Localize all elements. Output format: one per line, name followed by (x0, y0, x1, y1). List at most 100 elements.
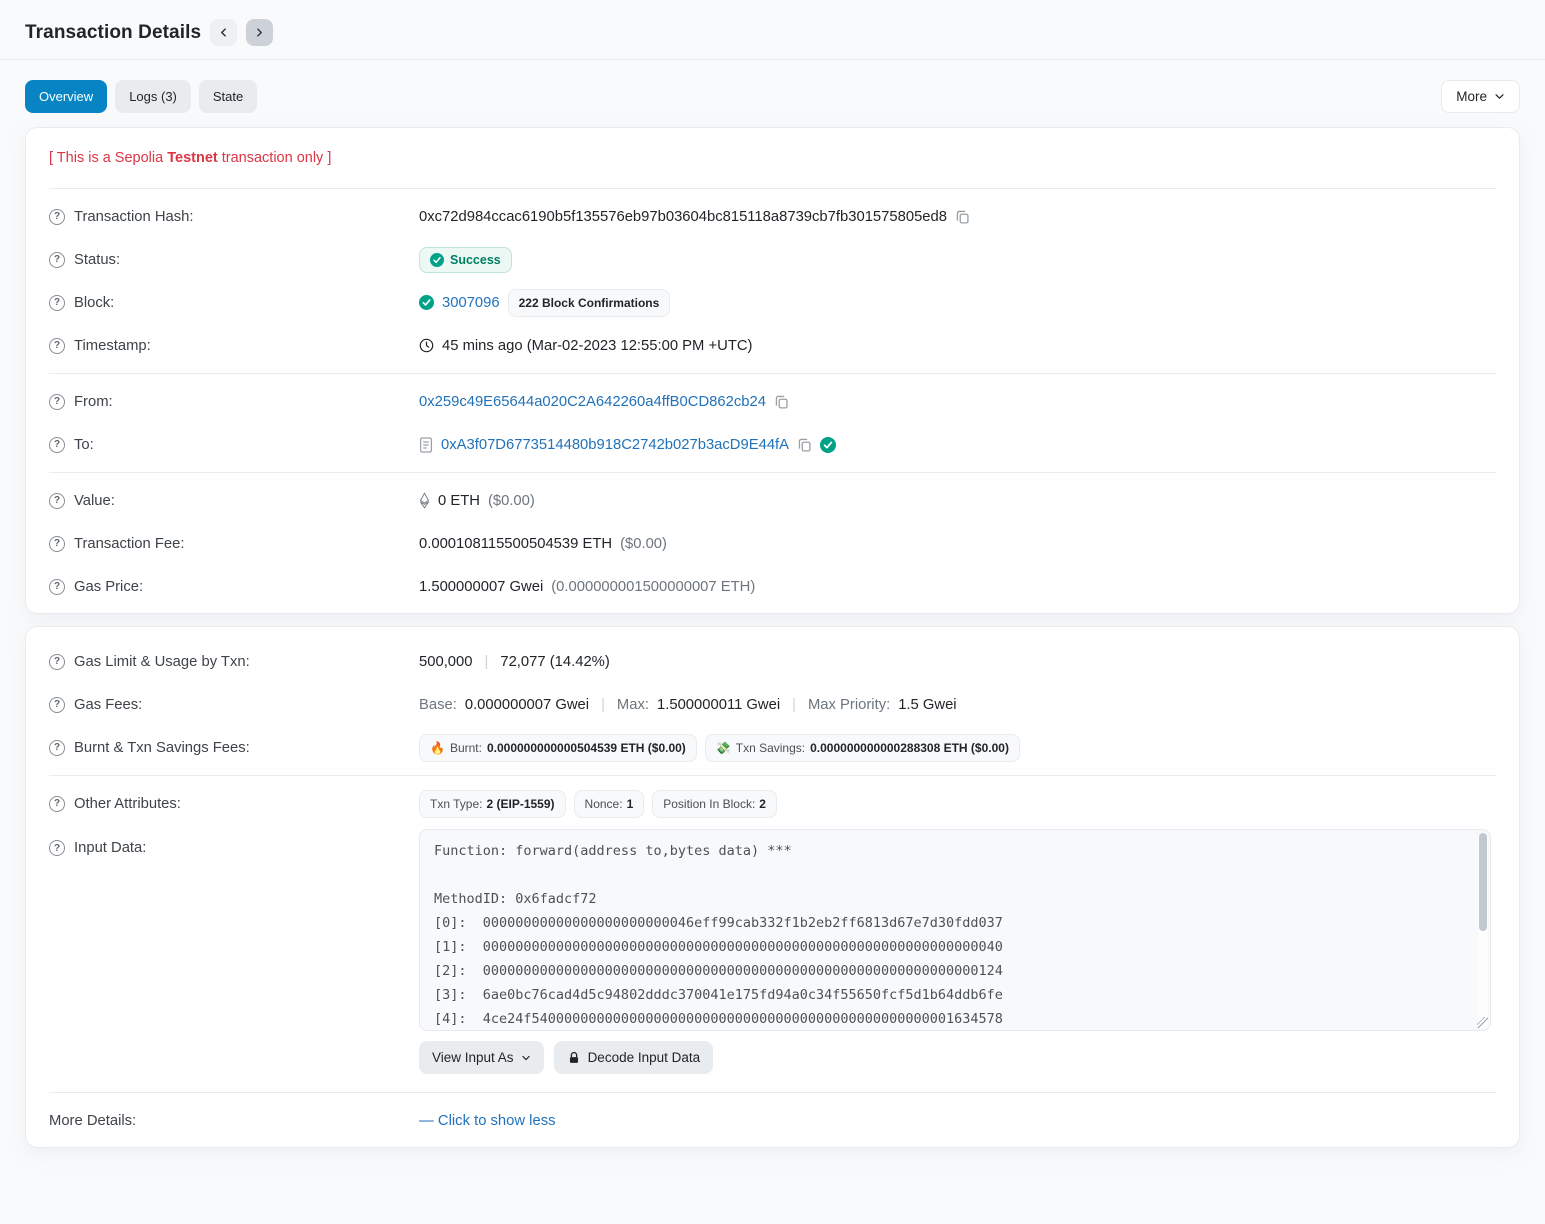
input-data-label: Input Data: (74, 840, 146, 856)
tab-overview[interactable]: Overview (25, 80, 107, 113)
chevron-left-icon (218, 27, 229, 38)
row-input-actions: View Input As Decode Input Data (49, 1031, 1496, 1086)
block-number-link[interactable]: 3007096 (442, 295, 500, 311)
row-to: ? To: 0xA3f07D6773514480b918C2742b027b3a… (49, 423, 1496, 466)
row-gas-limit: ? Gas Limit & Usage by Txn: 500,000 | 72… (49, 640, 1496, 683)
page-header: Transaction Details (25, 0, 1520, 59)
divider (49, 1092, 1496, 1093)
check-circle-icon (430, 253, 444, 267)
more-details-label: More Details: (49, 1113, 136, 1129)
copy-button[interactable] (797, 437, 812, 452)
to-label: To: (74, 437, 94, 453)
help-icon[interactable]: ? (49, 209, 65, 225)
help-icon[interactable]: ? (49, 295, 65, 311)
help-icon[interactable]: ? (49, 654, 65, 670)
position-in-block-badge: Position In Block: 2 (652, 790, 777, 818)
max-fee-value: 1.500000011 Gwei (657, 697, 780, 713)
overview-card: [ This is a Sepolia Testnet transaction … (25, 127, 1520, 614)
decode-input-data-button[interactable]: Decode Input Data (554, 1041, 714, 1074)
row-transaction-hash: ? Transaction Hash: 0xc72d984ccac6190b5f… (49, 195, 1496, 238)
row-burnt-savings: ? Burnt & Txn Savings Fees: 🔥 Burnt: 0.0… (49, 726, 1496, 769)
tab-logs[interactable]: Logs (3) (115, 80, 191, 113)
row-value: ? Value: 0 ETH ($0.00) (49, 479, 1496, 522)
row-more-details: More Details: — Click to show less (49, 1099, 1496, 1142)
help-icon[interactable]: ? (49, 740, 65, 756)
help-icon[interactable]: ? (49, 493, 65, 509)
block-label: Block: (74, 295, 114, 311)
row-gas-price: ? Gas Price: 1.500000007 Gwei (0.0000000… (49, 565, 1496, 608)
warning-bold: Testnet (167, 150, 218, 166)
money-wings-icon: 💸 (716, 741, 731, 755)
transaction-hash-value: 0xc72d984ccac6190b5f135576eb97b03604bc81… (419, 209, 947, 225)
warning-prefix: [ This is a Sepolia (49, 150, 167, 166)
base-fee-label: Base: (419, 697, 457, 713)
help-icon[interactable]: ? (49, 536, 65, 552)
more-button[interactable]: More (1441, 80, 1520, 113)
help-icon[interactable]: ? (49, 338, 65, 354)
gas-price-amount: 1.500000007 Gwei (419, 579, 543, 595)
view-input-as-button[interactable]: View Input As (419, 1041, 544, 1074)
timestamp-label: Timestamp: (74, 338, 151, 354)
separator: | (788, 697, 800, 713)
row-from: ? From: 0x259c49E65644a020C2A642260a4ffB… (49, 380, 1496, 423)
transaction-details-page: Transaction Details Overview Logs (3) St… (0, 0, 1545, 1176)
transaction-fee-amount: 0.000108115500504539 ETH (419, 536, 612, 552)
help-icon[interactable]: ? (49, 394, 65, 410)
help-icon[interactable]: ? (49, 579, 65, 595)
input-data-scrollbar-thumb[interactable] (1479, 833, 1487, 931)
from-address-link[interactable]: 0x259c49E65644a020C2A642260a4ffB0CD862cb… (419, 394, 766, 410)
check-circle-icon (419, 295, 434, 310)
clock-icon (419, 338, 434, 353)
previous-transaction-button[interactable] (210, 19, 237, 46)
status-label: Status: (74, 252, 120, 268)
help-icon[interactable]: ? (49, 697, 65, 713)
testnet-warning: [ This is a Sepolia Testnet transaction … (49, 133, 1496, 182)
tabs-row: Overview Logs (3) State More (25, 80, 1520, 113)
gas-fees-label: Gas Fees: (74, 697, 142, 713)
txn-savings-value: 0.000000000000288308 ETH ($0.00) (810, 741, 1009, 755)
copy-icon (774, 394, 789, 409)
divider (49, 188, 1496, 189)
page-title: Transaction Details (25, 22, 201, 44)
tab-list: Overview Logs (3) State (25, 80, 257, 113)
tab-state[interactable]: State (199, 80, 257, 113)
help-icon[interactable]: ? (49, 252, 65, 268)
resize-handle[interactable] (1477, 1017, 1488, 1028)
burnt-label: Burnt: (450, 741, 482, 755)
row-timestamp: ? Timestamp: 45 mins ago (Mar-02-2023 12… (49, 324, 1496, 367)
click-to-show-less-link[interactable]: — Click to show less (419, 1113, 556, 1129)
help-icon[interactable]: ? (49, 840, 65, 856)
row-input-data: ? Input Data: Function: forward(address … (49, 829, 1496, 1031)
warning-suffix: transaction only ] (218, 150, 332, 166)
gas-price-label: Gas Price: (74, 579, 143, 595)
help-icon[interactable]: ? (49, 437, 65, 453)
gas-limit-value: 500,000 (419, 654, 473, 670)
help-icon[interactable]: ? (49, 796, 65, 812)
eth-icon (419, 492, 430, 509)
chevron-down-icon (521, 1053, 531, 1063)
contract-file-icon (419, 437, 433, 453)
separator: | (481, 654, 493, 670)
to-address-link[interactable]: 0xA3f07D6773514480b918C2742b027b3acD9E44… (441, 437, 789, 453)
copy-icon (955, 209, 970, 224)
divider (49, 472, 1496, 473)
value-usd: ($0.00) (488, 493, 535, 509)
txn-savings-label: Txn Savings: (736, 741, 805, 755)
chevron-down-icon (1494, 91, 1505, 102)
transaction-hash-label: Transaction Hash: (74, 209, 194, 225)
max-priority-fee-value: 1.5 Gwei (898, 697, 956, 713)
input-data-content: Function: forward(address to,bytes data)… (420, 830, 1490, 1031)
copy-button[interactable] (774, 394, 789, 409)
input-data-textarea[interactable]: Function: forward(address to,bytes data)… (419, 829, 1491, 1031)
max-fee-label: Max: (617, 697, 649, 713)
value-label: Value: (74, 493, 115, 509)
header-divider (0, 59, 1545, 60)
transaction-fee-usd: ($0.00) (620, 536, 667, 552)
nonce-badge: Nonce: 1 (574, 790, 645, 818)
base-fee-value: 0.000000007 Gwei (465, 697, 589, 713)
row-other-attributes: ? Other Attributes: Txn Type: 2 (EIP-155… (49, 782, 1496, 825)
copy-button[interactable] (955, 209, 970, 224)
row-gas-fees: ? Gas Fees: Base: 0.000000007 Gwei | Max… (49, 683, 1496, 726)
next-transaction-button[interactable] (246, 19, 273, 46)
gas-limit-label: Gas Limit & Usage by Txn: (74, 654, 250, 670)
